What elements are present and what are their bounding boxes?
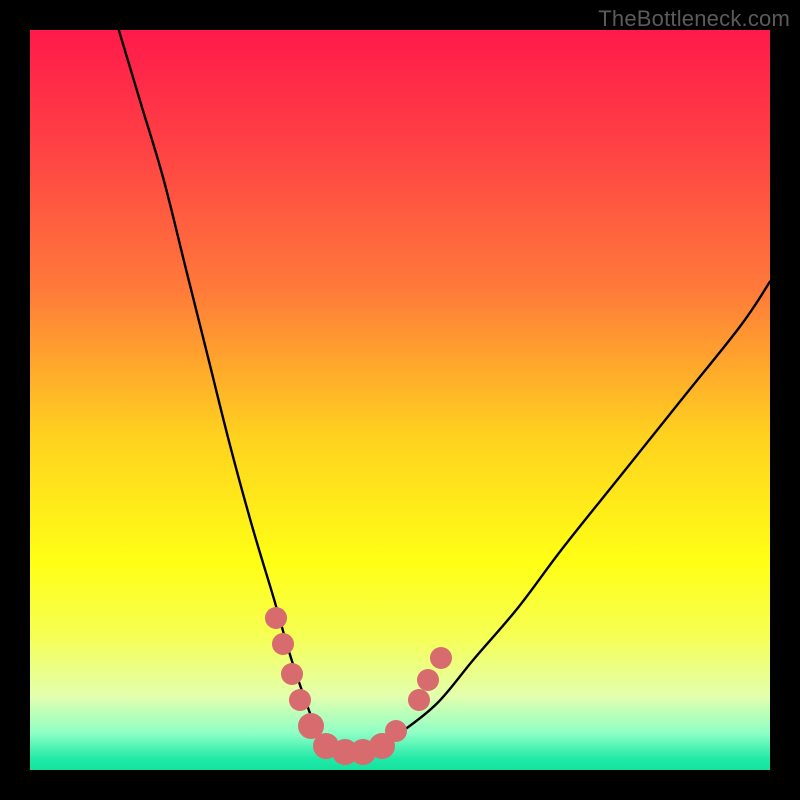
chart-stage: TheBottleneck.com xyxy=(0,0,800,800)
data-marker xyxy=(272,633,294,655)
data-marker xyxy=(289,689,311,711)
watermark-text: TheBottleneck.com xyxy=(598,6,790,32)
data-marker xyxy=(385,720,407,742)
curve-layer xyxy=(30,30,770,770)
data-marker xyxy=(281,663,303,685)
data-marker xyxy=(265,607,287,629)
data-marker xyxy=(417,669,439,691)
data-marker xyxy=(408,689,430,711)
plot-area xyxy=(30,30,770,770)
data-marker xyxy=(430,647,452,669)
